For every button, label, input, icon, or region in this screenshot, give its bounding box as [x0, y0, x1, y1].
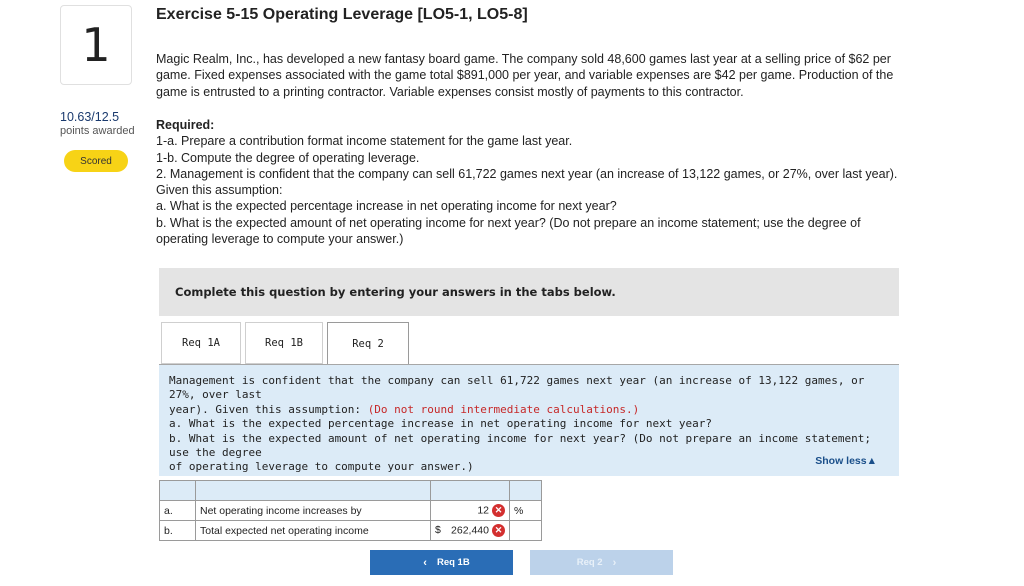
required-line: 1-b. Compute the degree of operating lev…: [156, 150, 420, 165]
required-section: Required: 1-a. Prepare a contribution fo…: [156, 117, 976, 247]
answer-input-percent[interactable]: 12 ✕: [430, 500, 510, 521]
header-cell: [195, 480, 431, 501]
answer-value: 262,440: [451, 524, 489, 537]
answer-table: a. Net operating income increases by 12 ✕…: [159, 480, 542, 541]
intro-line: game is entrusted to a printing contract…: [156, 84, 744, 99]
required-line: b. What is the expected amount of net op…: [156, 215, 861, 230]
required-line: a. What is the expected percentage incre…: [156, 199, 617, 214]
prev-req-label: Req 1B: [436, 557, 470, 568]
exercise-intro: Magic Realm, Inc., has developed a new f…: [156, 51, 976, 100]
info-line: Management is confident that the company…: [169, 374, 865, 402]
exercise-title: Exercise 5-15 Operating Leverage [LO5-1,…: [156, 6, 528, 23]
tab-req-1a[interactable]: Req 1A: [161, 322, 241, 364]
row-label: Net operating income increases by: [195, 500, 431, 521]
required-line: 2. Management is confident that the comp…: [156, 166, 898, 181]
next-req-button[interactable]: Req 2 ›: [530, 550, 673, 575]
unit-cell: [509, 520, 542, 541]
rounding-note: (Do not round intermediate calculations.…: [367, 402, 640, 416]
info-line: b. What is the expected amount of net op…: [169, 431, 871, 460]
required-heading: Required:: [156, 118, 215, 132]
chevron-right-icon: ›: [612, 556, 617, 569]
info-line: a. What is the expected percentage incre…: [169, 417, 713, 431]
answer-input-amount[interactable]: $262,440 ✕: [430, 520, 510, 541]
scored-badge: Scored: [64, 150, 128, 172]
header-cell: [159, 480, 196, 501]
unit-cell: %: [509, 500, 542, 521]
currency-symbol: $: [435, 524, 441, 536]
info-line: year). Given this assumption: (Do not ro…: [169, 403, 889, 417]
required-line: 1-a. Prepare a contribution format incom…: [156, 134, 573, 149]
chevron-left-icon: ‹: [423, 556, 427, 569]
show-less-link[interactable]: Show less▲: [815, 454, 877, 468]
answer-value: 12: [477, 504, 489, 517]
next-req-label: Req 2: [576, 557, 603, 568]
required-line: operating leverage to compute your answe…: [156, 232, 404, 247]
intro-line: Magic Realm, Inc., has developed a new f…: [156, 52, 891, 66]
header-cell: [509, 480, 542, 501]
intro-line: game. Fixed expenses associated with the…: [156, 68, 894, 83]
row-label: Total expected net operating income: [195, 520, 431, 541]
instructions-bar: Complete this question by entering your …: [159, 268, 899, 316]
header-cell: [430, 480, 510, 501]
row-letter: b.: [159, 520, 196, 541]
info-text: year). Given this assumption:: [169, 402, 368, 416]
table-row: b. Total expected net operating income $…: [159, 520, 542, 541]
info-line: of operating leverage to compute your an…: [169, 460, 474, 474]
incorrect-icon: ✕: [492, 524, 505, 537]
points-label: points awarded: [60, 125, 135, 137]
required-line: Given this assumption:: [156, 183, 283, 198]
table-row: a. Net operating income increases by 12 ✕…: [159, 500, 542, 521]
tab-req-1b[interactable]: Req 1B: [245, 322, 323, 364]
tab-instructions-panel: Management is confident that the company…: [159, 364, 899, 476]
points-score: 10.63/12.5: [60, 110, 120, 124]
table-header-row: [159, 480, 542, 501]
question-number: 1: [60, 5, 132, 85]
prev-req-button[interactable]: ‹ Req 1B: [370, 550, 513, 575]
points-panel: 10.63/12.5 points awarded: [60, 110, 135, 137]
incorrect-icon: ✕: [492, 504, 505, 517]
tab-req-2[interactable]: Req 2: [327, 322, 409, 365]
tab-strip: Req 1A Req 1B Req 2: [161, 322, 413, 365]
row-letter: a.: [159, 500, 196, 521]
